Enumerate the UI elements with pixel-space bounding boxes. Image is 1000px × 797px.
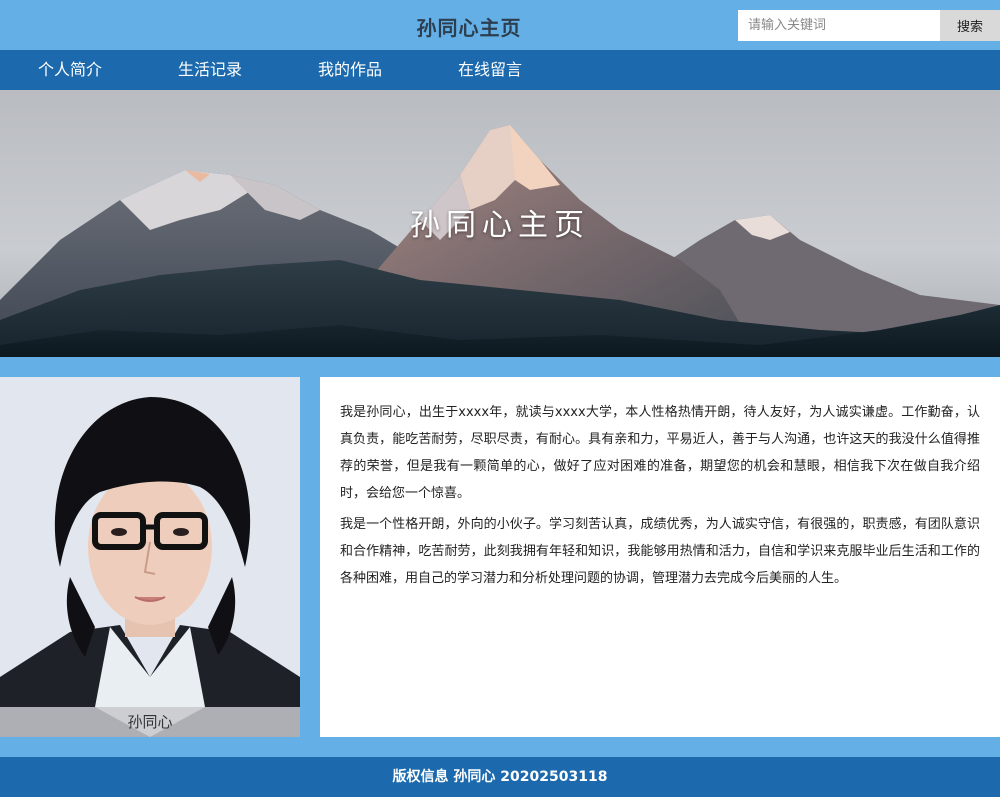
- footer: 版权信息 孙同心 20202503118: [0, 757, 1000, 797]
- banner-title: 孙同心主页: [410, 208, 590, 243]
- search-button[interactable]: 搜索: [940, 10, 1000, 41]
- profile-photo-panel: 孙同心: [0, 377, 300, 737]
- intro-panel: 我是孙同心，出生于xxxx年，就读与xxxx大学，本人性格热情开朗，待人友好，为…: [320, 377, 1000, 737]
- nav-item-life-record[interactable]: 生活记录: [140, 50, 280, 90]
- intro-paragraph: 我是一个性格开朗，外向的小伙子。学习刻苦认真，成绩优秀，为人诚实守信，有很强的，…: [340, 517, 980, 586]
- profile-caption: 孙同心: [0, 707, 300, 737]
- hero-banner: 孙同心主页: [0, 90, 1000, 357]
- main-nav: 个人简介 生活记录 我的作品 在线留言: [0, 50, 1000, 90]
- profile-photo: [0, 377, 300, 737]
- nav-item-guestbook[interactable]: 在线留言: [420, 50, 560, 90]
- intro-paragraph: 我是孙同心，出生于xxxx年，就读与xxxx大学，本人性格热情开朗，待人友好，为…: [340, 405, 980, 501]
- nav-item-works[interactable]: 我的作品: [280, 50, 420, 90]
- nav-item-profile[interactable]: 个人简介: [0, 50, 140, 90]
- search-input[interactable]: [738, 10, 940, 41]
- top-header: 孙同心主页 搜索: [0, 0, 1000, 50]
